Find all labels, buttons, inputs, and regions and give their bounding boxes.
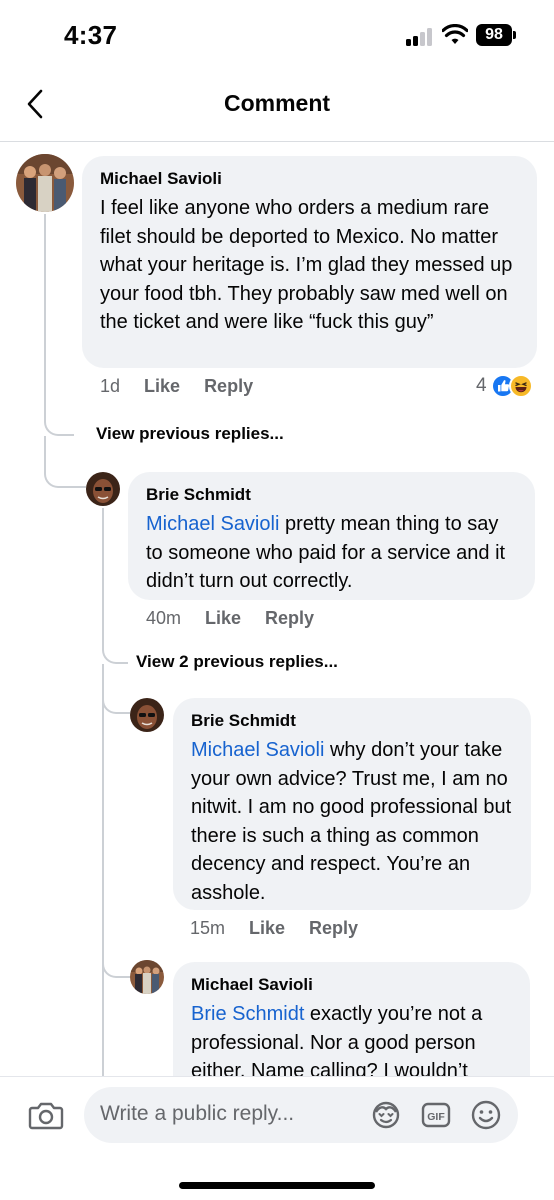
avatar[interactable]: [130, 698, 164, 732]
comment-text: Michael Savioli why don’t your take your…: [191, 736, 513, 907]
comment-text: I feel like anyone who orders a medium r…: [100, 197, 513, 333]
reply-composer: Write a public reply... GIF: [0, 1076, 554, 1200]
view-previous-replies-link[interactable]: View previous replies...: [96, 424, 284, 444]
avatar-photo-icon: [16, 154, 74, 212]
like-button[interactable]: Like: [144, 376, 180, 397]
comment-author[interactable]: Brie Schmidt: [146, 484, 517, 506]
wifi-icon: [442, 24, 468, 44]
comment-bubble: Michael Savioli I feel like anyone who o…: [82, 156, 537, 368]
thread-connector: [102, 936, 130, 978]
comment-author[interactable]: Michael Savioli: [191, 974, 512, 996]
avatar[interactable]: [16, 154, 74, 212]
thread-connector: [44, 436, 86, 488]
reply-button[interactable]: Reply: [265, 608, 314, 629]
comment-text: Michael Savioli pretty mean thing to say…: [146, 510, 517, 596]
avatar-photo-icon: [86, 472, 120, 506]
mention-link[interactable]: Brie Schmidt: [191, 1003, 304, 1025]
thread-line: [102, 664, 104, 1076]
view-previous-replies-link[interactable]: View 2 previous replies...: [136, 652, 338, 672]
comment-body: why don’t your take your own advice? Tru…: [191, 739, 512, 904]
thread-connector: [102, 636, 128, 664]
cellular-signal-icon: [406, 28, 434, 46]
comment-author[interactable]: Brie Schmidt: [191, 710, 513, 732]
svg-text:GIF: GIF: [427, 1111, 445, 1123]
avatar[interactable]: [86, 472, 120, 506]
reply-button[interactable]: Reply: [204, 376, 253, 397]
comment-bubble: Brie Schmidt Michael Savioli pretty mean…: [128, 472, 535, 600]
comment-bubble: Brie Schmidt Michael Savioli why don’t y…: [173, 698, 531, 910]
reaction-count: 4: [476, 375, 487, 396]
thread-line: [102, 508, 104, 638]
comment-author[interactable]: Michael Savioli: [100, 168, 519, 190]
thread-connector: [44, 410, 74, 436]
thread-connector: [102, 664, 130, 714]
mention-link[interactable]: Michael Savioli: [146, 513, 279, 535]
avatar-sticker-icon[interactable]: [370, 1099, 402, 1131]
like-button[interactable]: Like: [249, 918, 285, 939]
comment-actions: 15m Like Reply: [190, 918, 382, 939]
gif-icon[interactable]: GIF: [420, 1099, 452, 1131]
avatar[interactable]: [130, 960, 164, 994]
header: Comment: [0, 70, 554, 142]
haha-reaction-icon: [508, 374, 533, 398]
battery-icon: 98: [476, 24, 516, 46]
reply-input[interactable]: Write a public reply... GIF: [84, 1087, 518, 1143]
comment-timestamp: 40m: [146, 608, 182, 628]
battery-level: 98: [476, 24, 512, 46]
thread-line: [44, 214, 46, 414]
mention-link[interactable]: Michael Savioli: [191, 739, 324, 761]
avatar-photo-icon: [130, 960, 164, 994]
home-indicator: [179, 1182, 375, 1189]
reply-placeholder: Write a public reply...: [100, 1102, 295, 1125]
page-title: Comment: [223, 90, 331, 116]
comment-actions: 1d Like Reply: [100, 376, 277, 397]
reaction-summary[interactable]: 4: [476, 372, 533, 400]
status-bar: 4:37 98: [0, 0, 554, 70]
camera-icon[interactable]: [28, 1099, 64, 1131]
like-button[interactable]: Like: [205, 608, 241, 629]
status-time: 4:37: [64, 20, 118, 50]
comment-text: Brie Schmidt exactly you’re not a profes…: [191, 1000, 512, 1086]
comment-actions: 40m Like Reply: [146, 608, 338, 629]
emoji-icon[interactable]: [470, 1099, 502, 1131]
reply-button[interactable]: Reply: [309, 918, 358, 939]
comment-timestamp: 1d: [100, 376, 121, 396]
comment-timestamp: 15m: [190, 918, 226, 938]
avatar-photo-icon: [130, 698, 164, 732]
